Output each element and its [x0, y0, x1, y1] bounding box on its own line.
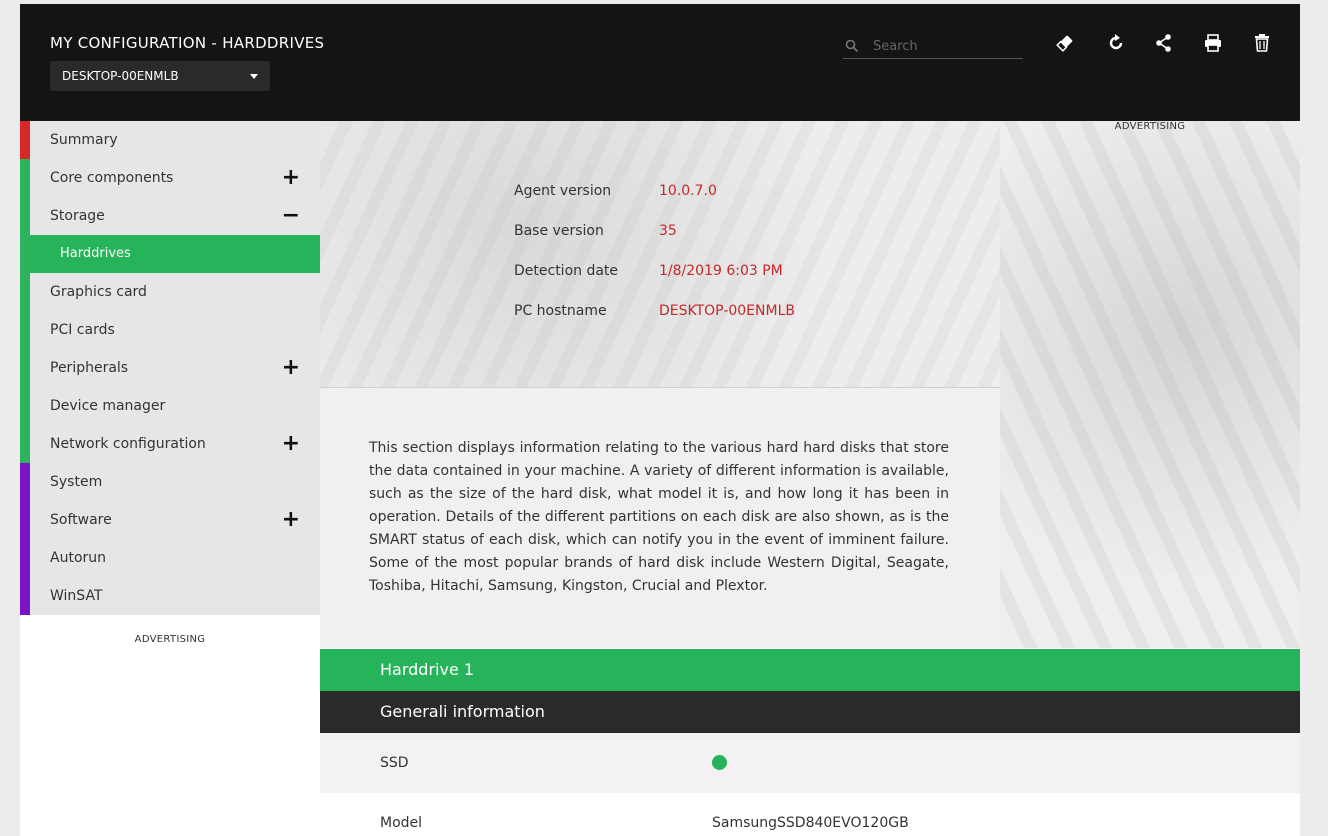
sidebar-item-storage[interactable]: Storage − [20, 197, 320, 235]
sidebar-item-network-configuration[interactable]: Network configuration + [20, 425, 320, 463]
refresh-icon [1106, 33, 1126, 57]
page-title: MY CONFIGURATION - HARDDRIVES [50, 34, 325, 52]
sidebar-item-label: Network configuration [50, 436, 206, 452]
agent-version-label: Agent version [514, 183, 612, 199]
detection-date-value: 1/8/2019 6:03 PM [659, 263, 783, 279]
host-dropdown[interactable]: DESKTOP-00ENMLB [50, 61, 270, 91]
table-row-ssd: SSD [320, 733, 1300, 793]
sidebar-item-label: Harddrives [60, 246, 131, 261]
sidebar-item-label: Software [50, 512, 112, 528]
advertising-label: ADVERTISING [1114, 121, 1186, 132]
agent-version-value: 10.0.7.0 [659, 183, 717, 199]
search-box [843, 34, 1023, 59]
ssd-label: SSD [380, 755, 409, 771]
sidebar-item-device-manager[interactable]: Device manager [20, 387, 320, 425]
sidebar-item-label: Peripherals [50, 360, 129, 376]
sidebar-item-graphics-card[interactable]: Graphics card [20, 273, 320, 311]
ssd-status-dot-icon [712, 755, 727, 770]
base-version-label: Base version [514, 223, 604, 239]
search-input[interactable] [871, 36, 1020, 56]
pc-hostname-label: PC hostname [514, 303, 607, 319]
sidebar-item-label: Autorun [50, 550, 107, 566]
trash-icon [1253, 33, 1271, 57]
pc-hostname-value: DESKTOP-00ENMLB [659, 303, 795, 319]
sidebar-item-core-components[interactable]: Core components + [20, 159, 320, 197]
caret-down-icon [250, 74, 258, 79]
sidebar-item-software[interactable]: Software + [20, 501, 320, 539]
sidebar-item-label: Summary [50, 132, 118, 148]
sidebar: Summary Core components + Storage − Harddr… [20, 121, 320, 615]
share-button[interactable] [1151, 32, 1177, 58]
sidebar-item-pci-cards[interactable]: PCI cards [20, 311, 320, 349]
sidebar-item-harddrives[interactable]: Harddrives [20, 235, 320, 273]
sidebar-item-label: WinSAT [50, 588, 103, 604]
sidebar-item-label: Core components [50, 170, 174, 186]
harddrive-header: Harddrive 1 [320, 649, 1300, 691]
general-information-header: Generali information [320, 691, 1300, 733]
print-icon [1203, 33, 1223, 57]
sidebar-item-autorun[interactable]: Autorun [20, 539, 320, 577]
sidebar-item-label: Storage [50, 208, 105, 224]
page: MY CONFIGURATION - HARDDRIVES DESKTOP-00… [20, 4, 1300, 836]
expand-icon[interactable]: + [282, 501, 300, 539]
sidebar-advertising-label: ADVERTISING [134, 634, 206, 645]
sidebar-item-system[interactable]: System [20, 463, 320, 501]
search-icon [845, 38, 859, 57]
sidebar-item-peripherals[interactable]: Peripherals + [20, 349, 320, 387]
share-icon [1154, 33, 1174, 57]
expand-icon[interactable]: + [282, 425, 300, 463]
delete-button[interactable] [1249, 32, 1275, 58]
print-button[interactable] [1200, 32, 1226, 58]
description-section: This section displays information relati… [320, 388, 1000, 648]
eraser-button[interactable] [1052, 32, 1078, 58]
top-header: MY CONFIGURATION - HARDDRIVES DESKTOP-00… [20, 4, 1300, 121]
advertising-panel[interactable]: ADVERTISING [1000, 121, 1300, 648]
refresh-button[interactable] [1103, 32, 1129, 58]
sidebar-item-winsat[interactable]: WinSAT [20, 577, 320, 615]
model-label: Model [380, 815, 423, 831]
sidebar-item-label: Graphics card [50, 284, 147, 300]
base-version-value: 35 [659, 223, 677, 239]
section-description: This section displays information relati… [369, 440, 949, 594]
host-dropdown-value: DESKTOP-00ENMLB [62, 69, 179, 83]
expand-icon[interactable]: + [282, 349, 300, 387]
model-value: SamsungSSD840EVO120GB [712, 815, 909, 831]
sidebar-item-label: Device manager [50, 398, 166, 414]
sidebar-item-label: PCI cards [50, 322, 115, 338]
sidebar-item-summary[interactable]: Summary [20, 121, 320, 159]
table-row-model: Model SamsungSSD840EVO120GB [320, 793, 1300, 836]
info-panel: Agent version 10.0.7.0 Base version 35 D… [320, 121, 1001, 388]
detection-date-label: Detection date [514, 263, 619, 279]
sidebar-item-label: System [50, 474, 103, 490]
collapse-icon[interactable]: − [282, 197, 300, 235]
expand-icon[interactable]: + [282, 159, 300, 197]
eraser-icon [1055, 33, 1075, 57]
